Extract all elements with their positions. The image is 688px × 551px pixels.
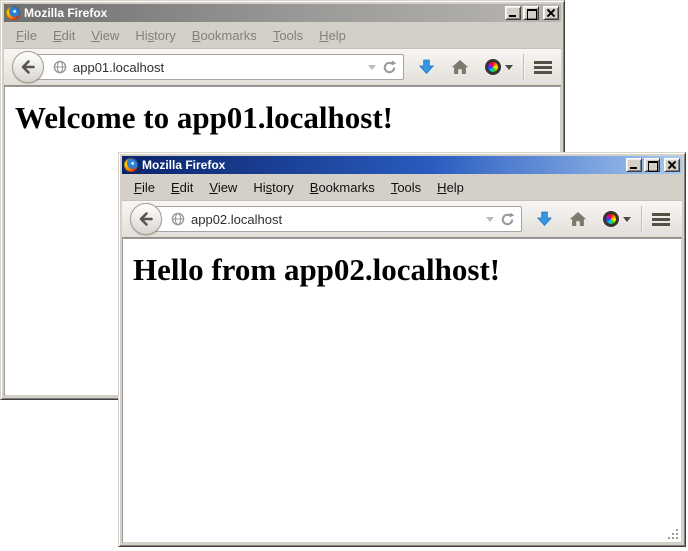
globe-icon[interactable] — [171, 212, 185, 226]
window-controls — [505, 6, 559, 20]
reload-icon[interactable] — [500, 212, 515, 227]
close-button[interactable] — [664, 158, 680, 172]
colorzilla-icon — [603, 211, 619, 227]
menu-item-history[interactable]: History — [253, 180, 293, 195]
menu-item-edit[interactable]: Edit — [171, 180, 193, 195]
urlbar-dropdown-icon[interactable] — [486, 217, 494, 222]
page-content: Hello from app02.localhost! — [122, 238, 682, 543]
open-menu-button[interactable] — [534, 61, 552, 74]
download-button[interactable] — [536, 210, 553, 228]
menu-item-file[interactable]: File — [16, 28, 37, 43]
menu-item-bookmarks[interactable]: Bookmarks — [192, 28, 257, 43]
arrow-left-icon — [137, 210, 155, 228]
colorzilla-dropdown-icon[interactable] — [623, 217, 631, 222]
back-button[interactable] — [12, 51, 44, 83]
toolbar-separator — [641, 206, 642, 232]
home-icon — [569, 211, 587, 227]
home-icon — [451, 59, 469, 75]
page-heading: Hello from app02.localhost! — [133, 252, 681, 288]
colorzilla-dropdown-icon[interactable] — [505, 65, 513, 70]
urlbar-dropdown-icon[interactable] — [368, 65, 376, 70]
open-menu-button[interactable] — [652, 213, 670, 226]
url-input[interactable]: app01.localhost — [73, 60, 362, 75]
navigation-toolbar: app02.localhost — [122, 200, 682, 238]
home-button[interactable] — [451, 59, 469, 75]
title-bar[interactable]: Mozilla Firefox — [4, 4, 561, 22]
arrow-left-icon — [19, 58, 37, 76]
maximize-button[interactable] — [523, 6, 539, 20]
menu-item-history[interactable]: History — [135, 28, 175, 43]
home-button[interactable] — [569, 211, 587, 227]
download-button[interactable] — [418, 58, 435, 76]
resize-grip-icon[interactable] — [665, 526, 678, 539]
colorzilla-button[interactable] — [485, 59, 513, 75]
globe-icon[interactable] — [53, 60, 67, 74]
firefox-logo-icon — [124, 158, 138, 172]
title-bar[interactable]: Mozilla Firefox — [122, 156, 682, 174]
url-bar[interactable]: app01.localhost — [28, 54, 404, 80]
back-button[interactable] — [130, 203, 162, 235]
menu-item-help[interactable]: Help — [319, 28, 346, 43]
menu-item-help[interactable]: Help — [437, 180, 464, 195]
menu-item-bookmarks[interactable]: Bookmarks — [310, 180, 375, 195]
url-input[interactable]: app02.localhost — [191, 212, 480, 227]
colorzilla-button[interactable] — [603, 211, 631, 227]
url-bar[interactable]: app02.localhost — [146, 206, 522, 232]
menu-item-file[interactable]: File — [134, 180, 155, 195]
menu-bar: File Edit View History Bookmarks Tools Help — [122, 174, 682, 200]
minimize-button[interactable] — [626, 158, 642, 172]
close-button[interactable] — [543, 6, 559, 20]
download-arrow-icon — [536, 210, 553, 228]
window-title: Mozilla Firefox — [24, 4, 501, 22]
hamburger-icon — [652, 213, 670, 226]
navigation-toolbar: app01.localhost — [4, 48, 561, 86]
menu-item-view[interactable]: View — [209, 180, 237, 195]
menu-item-tools[interactable]: Tools — [273, 28, 303, 43]
maximize-button[interactable] — [644, 158, 660, 172]
firefox-logo-icon — [6, 6, 20, 20]
minimize-button[interactable] — [505, 6, 521, 20]
toolbar-separator — [523, 54, 524, 80]
menu-item-view[interactable]: View — [91, 28, 119, 43]
menu-item-edit[interactable]: Edit — [53, 28, 75, 43]
menu-bar: File Edit View History Bookmarks Tools Help — [4, 22, 561, 48]
hamburger-icon — [534, 61, 552, 74]
window-controls — [626, 158, 680, 172]
menu-item-tools[interactable]: Tools — [391, 180, 421, 195]
colorzilla-icon — [485, 59, 501, 75]
page-heading: Welcome to app01.localhost! — [15, 100, 560, 136]
browser-window-app02: Mozilla Firefox File Edit View History Bookm… — [118, 152, 686, 547]
window-title: Mozilla Firefox — [142, 156, 622, 174]
download-arrow-icon — [418, 58, 435, 76]
reload-icon[interactable] — [382, 60, 397, 75]
